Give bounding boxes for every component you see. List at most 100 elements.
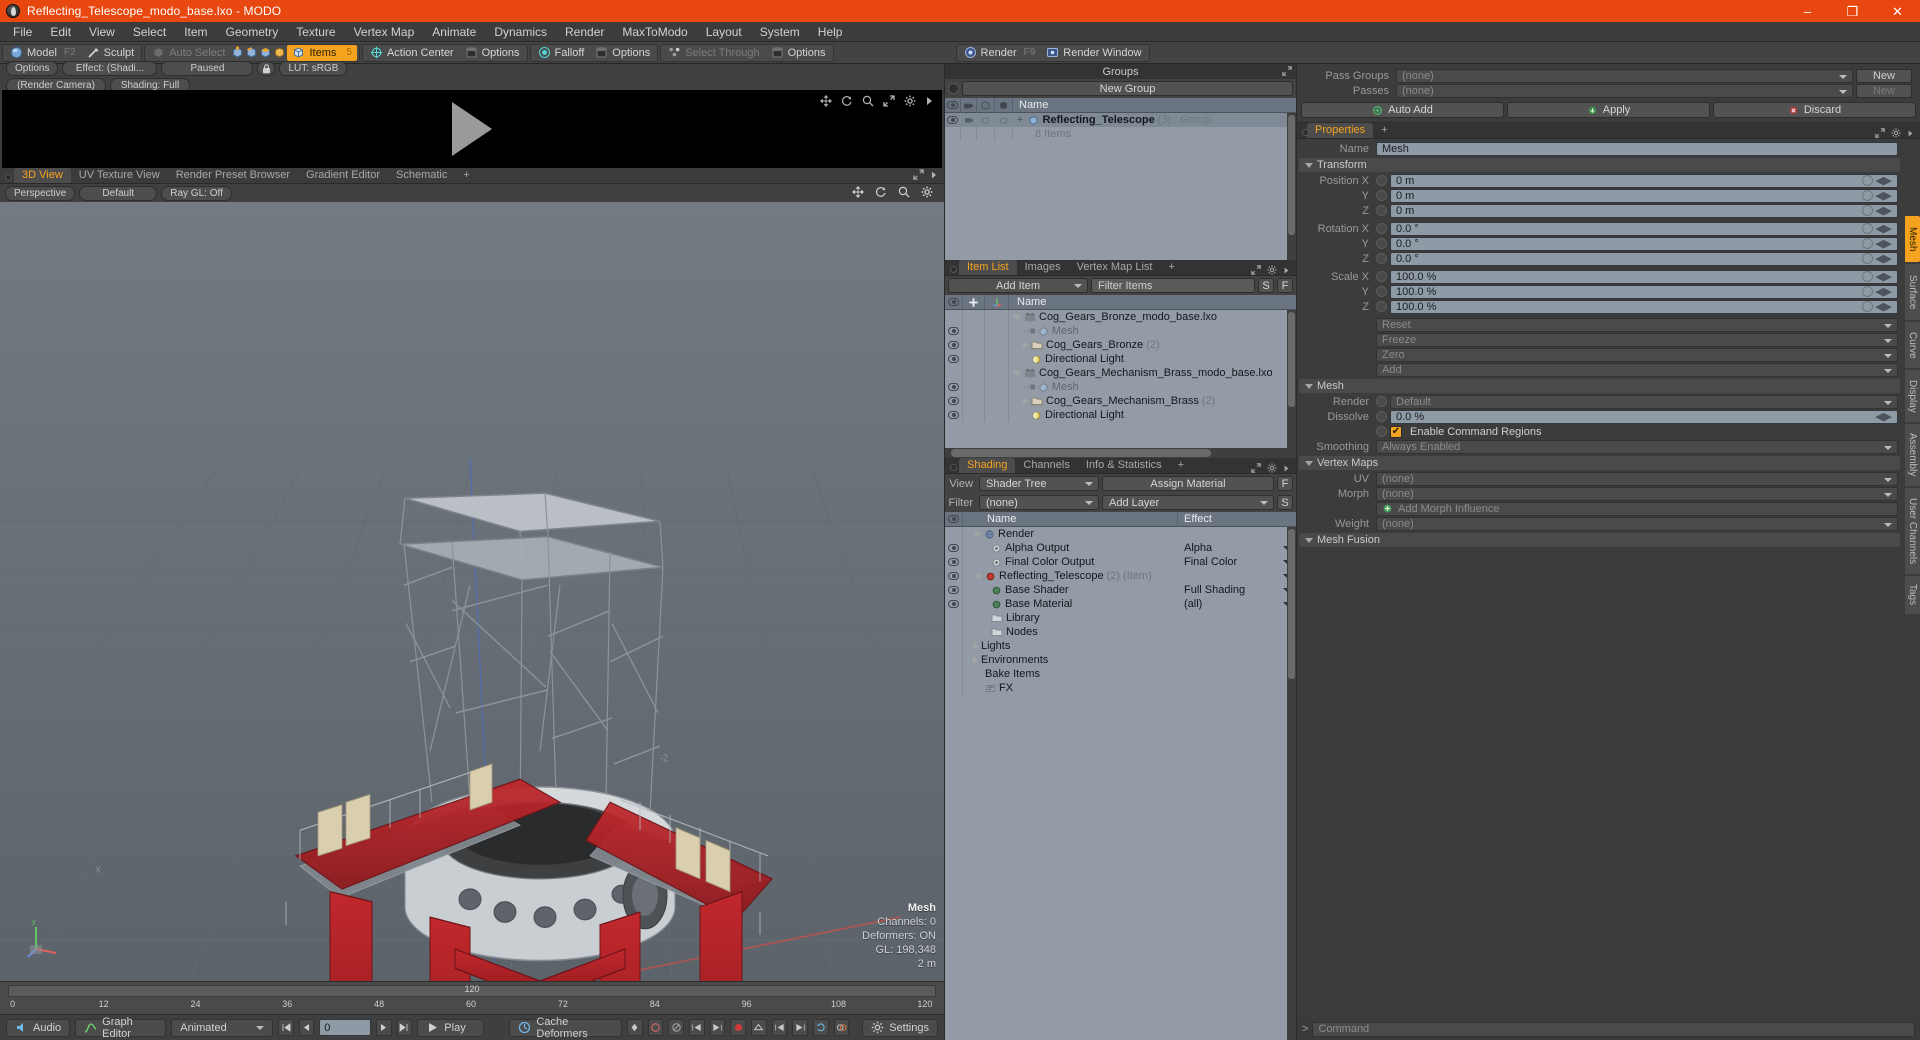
group-wire-toggle[interactable]	[995, 113, 1013, 127]
filter-items-input[interactable]: Filter Items	[1091, 278, 1255, 293]
viewport-gear-icon[interactable]	[921, 186, 933, 201]
menu-select[interactable]: Select	[124, 22, 175, 42]
shading-visible-toggle[interactable]	[945, 597, 963, 611]
shading-style-dropdown[interactable]: Default	[79, 185, 158, 201]
material-mode-icon[interactable]	[273, 46, 286, 59]
model-mode-button[interactable]: Model F2	[5, 45, 81, 61]
add-item-button[interactable]: Add Item	[948, 278, 1088, 293]
mesh-fusion-section-header[interactable]: Mesh Fusion	[1299, 533, 1900, 547]
expander-right-icon-2[interactable]	[1023, 397, 1028, 405]
table-row[interactable]: ·-■ Mesh	[945, 324, 1296, 338]
table-row[interactable]: Cog_Gears_Bronze (2)	[945, 338, 1296, 352]
scale-z-input[interactable]: 100.0 % ◀▶	[1390, 299, 1898, 314]
render-button[interactable]: Render F9	[959, 45, 1041, 61]
shading-visible-toggle[interactable]	[945, 583, 963, 597]
lock-icon[interactable]	[257, 61, 276, 76]
command-regions-knob[interactable]	[1376, 426, 1387, 437]
table-row[interactable]: Cog_Gears_Mechanism_Brass (2)	[945, 394, 1296, 408]
expander-right-icon-env[interactable]	[973, 656, 978, 664]
range-end-button[interactable]	[792, 1019, 808, 1036]
reset-dropdown[interactable]: Reset	[1376, 317, 1898, 332]
menu-vertex-map[interactable]: Vertex Map	[345, 22, 424, 42]
key-all-button[interactable]	[627, 1019, 643, 1036]
menu-maxtomodo[interactable]: MaxToModo	[613, 22, 696, 42]
table-row[interactable]: Nodes	[945, 625, 1296, 639]
expand-icon[interactable]	[913, 169, 924, 183]
next-frame-button[interactable]	[376, 1019, 392, 1036]
raygl-dropdown[interactable]: Ray GL: Off	[161, 185, 232, 201]
scale-y-input[interactable]: 100.0 % ◀▶	[1390, 284, 1898, 299]
add-dropdown[interactable]: Add	[1376, 362, 1898, 377]
zoom-icon[interactable]	[862, 95, 874, 110]
viewport-3d-canvas[interactable]: -2 x Mesh Channels: 0 Deformers: ON GL: …	[0, 202, 944, 981]
items-mode-button[interactable]: Items 5	[287, 44, 357, 61]
position-x-knob[interactable]	[1376, 175, 1387, 186]
shading-effect-dropdown[interactable]	[1178, 574, 1296, 578]
tab-item-list[interactable]: Item List	[959, 260, 1017, 275]
shading-visible-toggle[interactable]	[945, 555, 963, 569]
tab-gradient-editor[interactable]: Gradient Editor	[298, 168, 388, 183]
rotation-y-knob[interactable]	[1376, 238, 1387, 249]
viewport-chevron-icon[interactable]	[930, 169, 938, 183]
menu-file[interactable]: File	[4, 22, 41, 42]
move-icon[interactable]	[819, 94, 833, 110]
go-to-start-button[interactable]	[277, 1019, 294, 1036]
item-visible-toggle[interactable]	[945, 394, 963, 408]
cache-deformers-button[interactable]: Cache Deformers	[509, 1016, 623, 1040]
dissolve-input[interactable]: 0.0 % ◀▶	[1390, 409, 1898, 424]
pass-groups-new-button[interactable]: New	[1856, 68, 1912, 83]
table-row[interactable]: Alpha Output Alpha	[945, 541, 1296, 555]
item-col-lock[interactable]	[963, 294, 985, 310]
item-list-body[interactable]: Cog_Gears_Bronze_modo_base.lxo ·-■ Mesh	[945, 310, 1296, 448]
menu-system[interactable]: System	[751, 22, 809, 42]
render-knob[interactable]	[1376, 396, 1387, 407]
table-row[interactable]: Lights	[945, 639, 1296, 653]
shading-list-body[interactable]: Render Alpha Output Alpha Final Color Ou…	[945, 527, 1296, 1040]
table-row[interactable]: Directional Light	[945, 352, 1296, 366]
perspective-dropdown[interactable]: Perspective	[5, 185, 76, 201]
menu-geometry[interactable]: Geometry	[217, 22, 288, 42]
shading-effect-dropdown[interactable]: Alpha	[1178, 542, 1296, 554]
rotation-z-input[interactable]: 0.0 ° ◀▶	[1390, 251, 1898, 266]
groups-col-render[interactable]	[961, 97, 977, 113]
table-row[interactable]: Cog_Gears_Mechanism_Brass_modo_base.lxo	[945, 366, 1296, 380]
rotation-x-input[interactable]: 0.0 ° ◀▶	[1390, 221, 1898, 236]
passes-dropdown[interactable]: (none)	[1396, 83, 1853, 98]
rotation-y-input[interactable]: 0.0 ° ◀▶	[1390, 236, 1898, 251]
groups-dot-icon[interactable]	[948, 83, 959, 94]
table-row[interactable]: FX	[945, 681, 1296, 695]
vtab-curve[interactable]: Curve	[1905, 322, 1920, 368]
viewport-rotate-icon[interactable]	[875, 186, 887, 201]
go-to-end-button[interactable]	[396, 1019, 413, 1036]
vertex-maps-section-header[interactable]: Vertex Maps	[1299, 456, 1900, 470]
menu-render[interactable]: Render	[556, 22, 613, 42]
auto-select-button[interactable]: Auto Select	[147, 45, 230, 61]
select-through-options-button[interactable]: Options	[766, 45, 831, 61]
group-shaded-toggle[interactable]	[977, 113, 995, 127]
table-row[interactable]: Bake Items	[945, 667, 1296, 681]
vtab-assembly[interactable]: Assembly	[1905, 424, 1920, 486]
key-next-button[interactable]	[709, 1019, 726, 1036]
morph-dropdown[interactable]: (none)	[1376, 486, 1898, 501]
tab-schematic[interactable]: Schematic	[388, 168, 455, 183]
pass-groups-dropdown[interactable]: (none)	[1396, 68, 1853, 83]
select-through-button[interactable]: Select Through	[663, 45, 764, 61]
shading-effect-dropdown[interactable]: (all)	[1178, 598, 1296, 610]
position-z-input[interactable]: 0 m ◀▶	[1390, 203, 1898, 218]
preview-options-button[interactable]: Options	[6, 61, 59, 76]
previous-frame-button[interactable]	[298, 1019, 315, 1036]
table-row[interactable]: Reflecting_Telescope (2) (Item)	[945, 569, 1296, 583]
tab-3d-view[interactable]: 3D View	[14, 168, 71, 183]
key-filter-button[interactable]	[668, 1019, 685, 1036]
action-center-options-button[interactable]: Options	[460, 45, 525, 61]
shading-visible-toggle[interactable]	[945, 541, 963, 555]
table-row[interactable]: Cog_Gears_Bronze_modo_base.lxo	[945, 310, 1296, 324]
audio-button[interactable]: Audio	[6, 1018, 71, 1037]
falloff-button[interactable]: Falloff	[533, 45, 590, 61]
sculpt-mode-button[interactable]: Sculpt	[82, 45, 140, 61]
vtab-surface[interactable]: Surface	[1905, 264, 1920, 320]
table-row[interactable]: Base Shader Full Shading	[945, 583, 1296, 597]
assign-material-button[interactable]: Assign Material	[1102, 476, 1274, 491]
expander-right-icon[interactable]	[977, 572, 982, 580]
passes-new-button[interactable]: New	[1856, 83, 1912, 98]
